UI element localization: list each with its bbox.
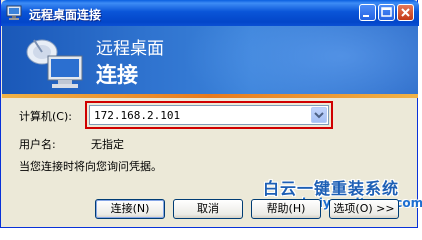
remote-desktop-window: 远程桌面连接 远程桌面 连接 计算机(C): 172.168.2.101 用户名… (0, 0, 422, 228)
maximize-icon (381, 7, 392, 17)
banner-strip (2, 94, 418, 98)
banner-glow (182, 26, 418, 94)
options-button[interactable]: 选项(O) >> (329, 199, 399, 219)
user-value: 无指定 (91, 138, 124, 151)
banner-title-line2: 连接 (96, 63, 138, 87)
close-icon (401, 8, 410, 17)
banner-title-line1: 远程桌面 (96, 39, 164, 59)
banner: 远程桌面 连接 (2, 26, 418, 94)
minimize-button[interactable] (359, 4, 376, 21)
window-title: 远程桌面连接 (29, 8, 102, 22)
minimize-icon (363, 15, 369, 17)
title-bar[interactable]: 远程桌面连接 (1, 0, 419, 26)
remote-desktop-icon (6, 5, 22, 20)
monitor-satellite-icon (26, 39, 83, 88)
highlight-box (85, 101, 333, 129)
cancel-button[interactable]: 取消 (173, 199, 243, 219)
connect-button[interactable]: 连接(N) (95, 199, 165, 219)
credential-note: 当您连接时将向您询问凭据。 (19, 160, 162, 173)
help-button[interactable]: 帮助(H) (251, 199, 321, 219)
close-button[interactable] (397, 4, 414, 21)
computer-label: 计算机(C): (19, 110, 72, 123)
user-label: 用户名: (19, 138, 56, 151)
maximize-button[interactable] (378, 4, 395, 21)
